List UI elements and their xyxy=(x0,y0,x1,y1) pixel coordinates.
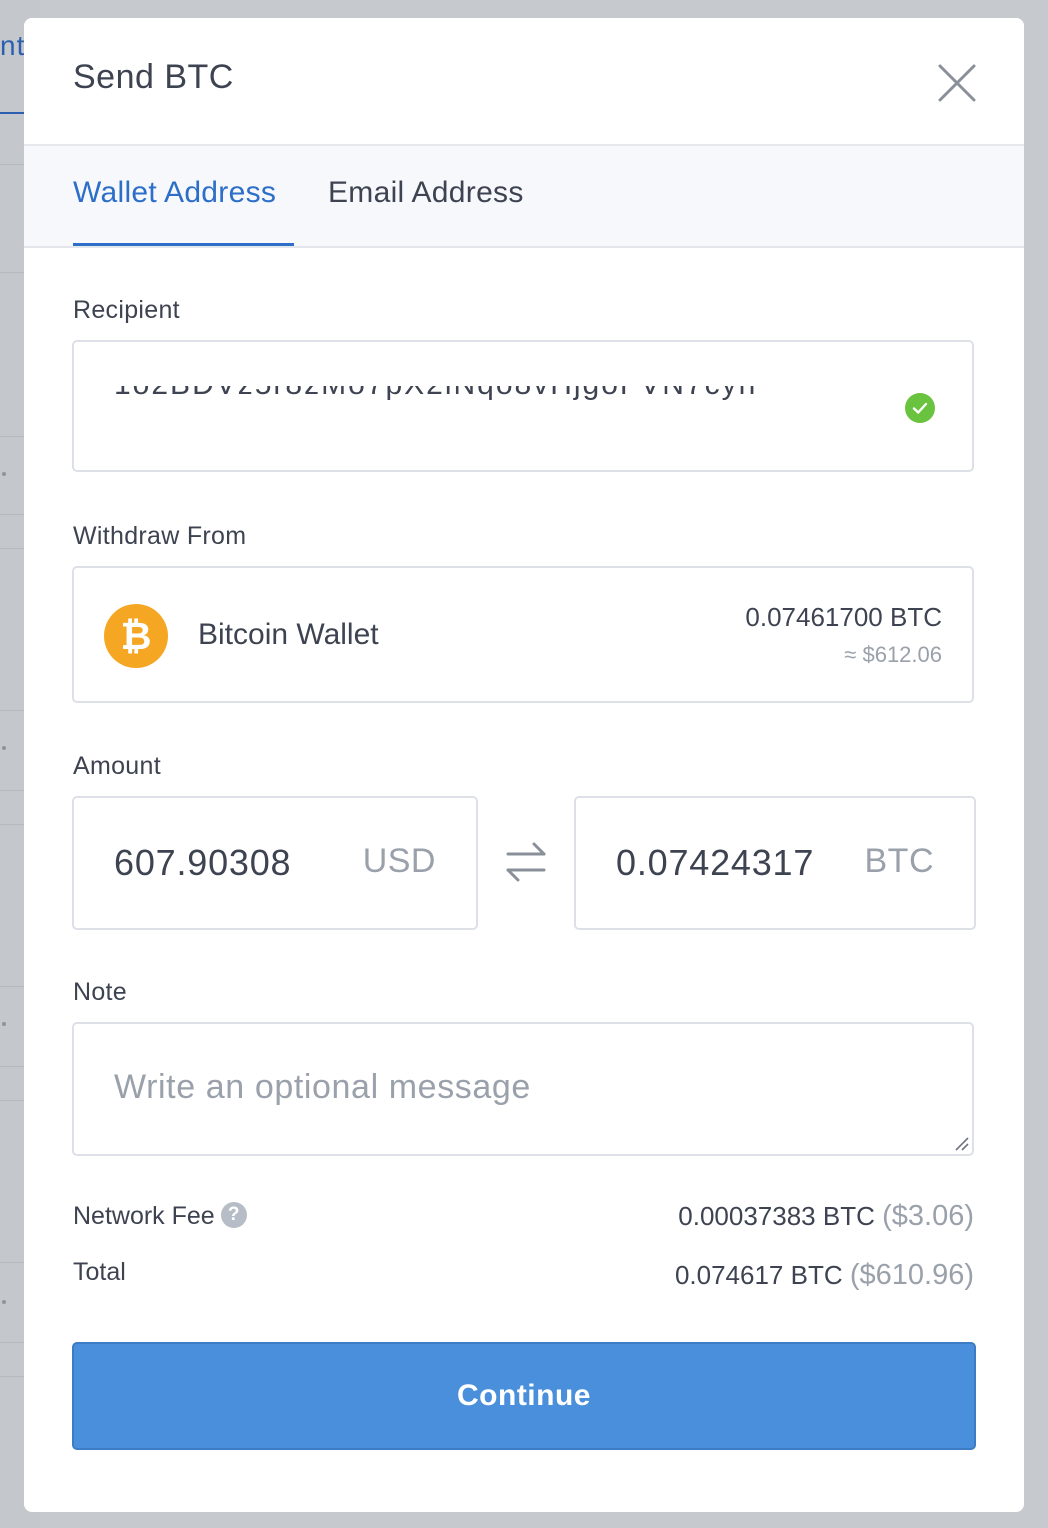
total-value: 0.074617 BTC ($610.96) xyxy=(675,1259,974,1292)
wallet-balance-usd: ≈ $612.06 xyxy=(844,642,942,667)
amount-usd-value: 607.90308 xyxy=(114,842,292,883)
background-divider xyxy=(0,710,24,711)
background-divider xyxy=(0,986,24,987)
active-tab-indicator xyxy=(73,243,294,246)
resize-handle-icon[interactable] xyxy=(952,1134,970,1152)
recipient-field[interactable]: 1o2BDVz5r8zMo7pX2iNqo8vHjgoFVN7cyh xyxy=(72,340,974,472)
network-fee-btc: 0.00037383 BTC xyxy=(678,1201,875,1231)
close-x-icon xyxy=(938,64,976,102)
tab-wallet-address[interactable]: Wallet Address xyxy=(73,176,276,210)
continue-button[interactable]: Continue xyxy=(72,1342,976,1450)
background-divider xyxy=(0,824,24,825)
background-dot xyxy=(2,1300,6,1304)
background-divider xyxy=(0,1262,24,1263)
background-tab-label: nt xyxy=(0,30,26,61)
note-placeholder: Write an optional message xyxy=(114,1068,531,1106)
background-dot xyxy=(2,1022,6,1026)
background-divider xyxy=(0,1342,24,1343)
check-circle-icon xyxy=(905,393,935,423)
svg-text:₿: ₿ xyxy=(121,614,152,658)
amount-btc-input[interactable]: 0.07424317 BTC xyxy=(574,796,976,930)
amount-label: Amount xyxy=(73,752,161,780)
total-btc: 0.074617 BTC xyxy=(674,1260,843,1290)
background-divider xyxy=(0,1100,24,1101)
modal-title: Send BTC xyxy=(73,58,234,96)
amount-btc-value: 0.07424317 xyxy=(616,842,815,883)
background-dot xyxy=(2,472,6,476)
send-method-tabs: Wallet Address Email Address xyxy=(24,146,1024,248)
background-divider xyxy=(0,436,24,437)
total-label: Total xyxy=(73,1258,126,1286)
amount-btc-unit: BTC xyxy=(864,842,934,880)
background-divider xyxy=(0,1066,24,1067)
withdraw-from-selector[interactable]: ₿ Bitcoin Wallet 0.07461700 BTC ≈ $612.0… xyxy=(72,566,974,703)
total-usd: ($610.96) xyxy=(849,1259,974,1291)
background-divider xyxy=(0,790,24,791)
send-btc-modal: Send BTC Wallet Address Email Address Re… xyxy=(24,18,1024,1512)
background-divider xyxy=(0,1376,24,1377)
recipient-label: Recipient xyxy=(73,296,180,324)
close-button[interactable] xyxy=(932,58,982,108)
background-divider xyxy=(0,272,24,273)
background-divider xyxy=(0,514,24,515)
recipient-address-text: 1o2BDVz5r8zMo7pX2iNqo8vHjgoFVN7cyh xyxy=(114,386,757,401)
withdraw-from-label: Withdraw From xyxy=(73,522,247,550)
network-fee-value: 0.00037383 BTC ($3.06) xyxy=(678,1200,974,1233)
background-divider xyxy=(0,164,24,165)
network-fee-label-text: Network Fee xyxy=(73,1202,215,1230)
background-tab-underline xyxy=(0,112,24,114)
amount-usd-unit: USD xyxy=(362,842,436,880)
note-textarea[interactable]: Write an optional message xyxy=(72,1022,974,1156)
recipient-address-value[interactable]: 1o2BDVz5r8zMo7pX2iNqo8vHjgoFVN7cyh xyxy=(114,386,854,426)
wallet-name: Bitcoin Wallet xyxy=(198,618,379,651)
amount-usd-input[interactable]: 607.90308 USD xyxy=(72,796,478,930)
note-label: Note xyxy=(73,978,128,1006)
network-fee-usd: ($3.06) xyxy=(882,1200,974,1232)
modal-header: Send BTC xyxy=(24,18,1024,146)
background-divider xyxy=(0,548,24,549)
swap-arrows-icon[interactable] xyxy=(502,840,550,884)
bitcoin-icon: ₿ xyxy=(104,604,168,668)
question-circle-icon[interactable]: ? xyxy=(220,1202,247,1229)
network-fee-label: Network Fee? xyxy=(73,1202,247,1231)
tab-email-address[interactable]: Email Address xyxy=(328,176,524,210)
wallet-balance-btc: 0.07461700 BTC xyxy=(745,602,942,632)
background-dot xyxy=(2,746,6,750)
